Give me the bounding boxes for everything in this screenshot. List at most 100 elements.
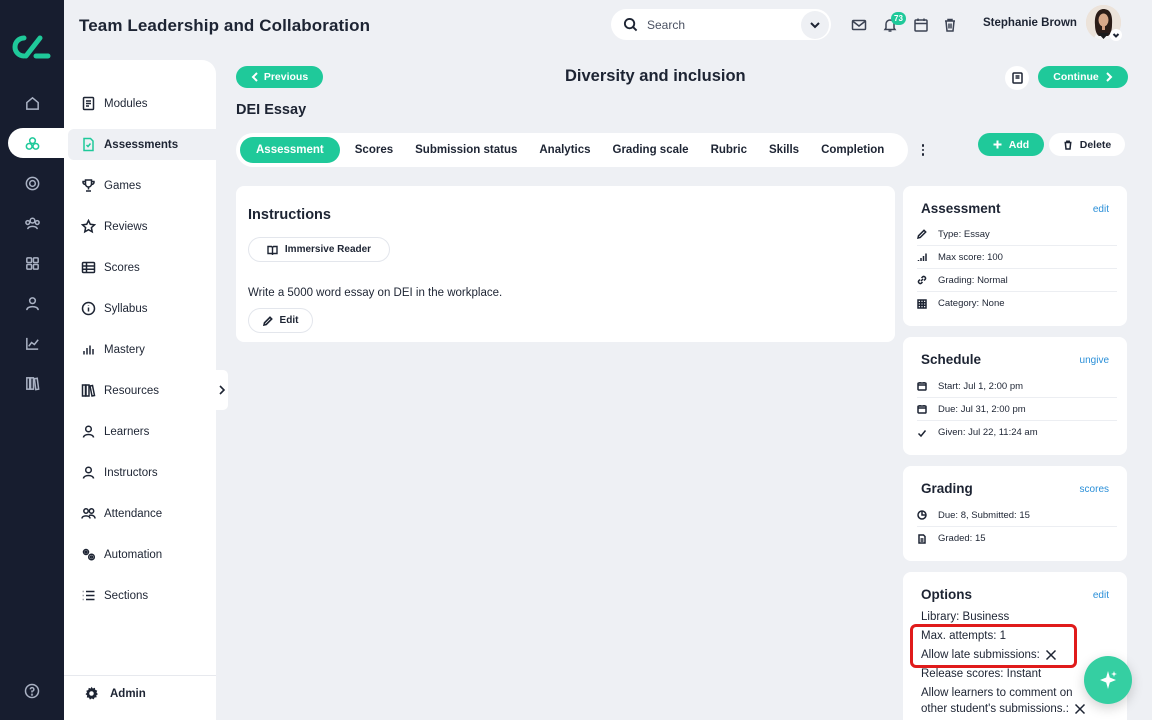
tab-analytics[interactable]: Analytics bbox=[528, 137, 601, 163]
brand-logo[interactable] bbox=[10, 32, 54, 62]
mail-icon[interactable] bbox=[851, 17, 867, 33]
delete-button[interactable]: Delete bbox=[1049, 133, 1125, 156]
link-icon bbox=[917, 275, 927, 285]
top-bar: Team Leadership and Collaboration Search… bbox=[64, 0, 1152, 56]
more-options-icon[interactable] bbox=[917, 142, 929, 158]
rail-library-icon[interactable] bbox=[0, 368, 64, 398]
option-release-scores: Release scores: Instant bbox=[921, 668, 1042, 680]
options-edit-link[interactable]: edit bbox=[1093, 590, 1109, 601]
sidebar-item-mastery[interactable]: Mastery bbox=[68, 334, 216, 365]
continue-button[interactable]: Continue bbox=[1038, 66, 1128, 88]
search-filter-dropdown[interactable] bbox=[801, 10, 829, 39]
sidebar-item-reviews[interactable]: Reviews bbox=[68, 211, 216, 242]
sidebar-item-syllabus[interactable]: Syllabus bbox=[68, 293, 216, 324]
sidebar-collapse-toggle[interactable] bbox=[216, 370, 228, 410]
assessment-edit-link[interactable]: edit bbox=[1093, 204, 1109, 215]
chevron-right-icon bbox=[1106, 72, 1113, 82]
grading-card-heading: Grading bbox=[921, 481, 973, 496]
book-button[interactable] bbox=[1005, 66, 1029, 90]
options-card-heading: Options bbox=[921, 587, 972, 602]
detail-row-grading: Grading: Normal bbox=[917, 269, 1117, 292]
rail-chart-icon[interactable] bbox=[0, 328, 64, 358]
rail-people-icon[interactable] bbox=[0, 208, 64, 238]
notification-badge: 73 bbox=[891, 12, 906, 25]
page-title: Diversity and inclusion bbox=[565, 67, 746, 85]
user-name[interactable]: Stephanie Brown bbox=[983, 17, 1077, 29]
trophy-icon bbox=[82, 179, 95, 192]
rail-grid-icon[interactable] bbox=[0, 248, 64, 278]
table-icon bbox=[81, 261, 96, 274]
pencil-icon bbox=[917, 229, 927, 239]
reader-icon bbox=[267, 245, 278, 255]
trash-icon[interactable] bbox=[942, 17, 958, 33]
assessment-icon bbox=[83, 137, 94, 152]
rail-target-icon[interactable] bbox=[0, 168, 64, 198]
tab-completion[interactable]: Completion bbox=[810, 137, 895, 163]
rail-assessments-icon[interactable] bbox=[8, 128, 72, 158]
tab-skills[interactable]: Skills bbox=[758, 137, 810, 163]
ungive-link[interactable]: ungive bbox=[1080, 355, 1109, 366]
x-icon bbox=[1074, 703, 1085, 715]
schedule-card-heading: Schedule bbox=[921, 352, 982, 367]
grading-row-graded: Graded: 15 bbox=[917, 527, 1117, 550]
rail-home-icon[interactable] bbox=[0, 88, 64, 118]
chevron-right-icon bbox=[219, 385, 226, 395]
icon-rail bbox=[0, 0, 72, 720]
immersive-reader-button[interactable]: Immersive Reader bbox=[248, 237, 390, 262]
add-button[interactable]: Add bbox=[978, 133, 1044, 156]
pie-icon bbox=[917, 510, 927, 520]
rail-user-icon[interactable] bbox=[0, 288, 64, 318]
tab-submission-status[interactable]: Submission status bbox=[404, 137, 528, 163]
instructions-card: Instructions Immersive Reader Write a 50… bbox=[236, 186, 895, 342]
tab-scores[interactable]: Scores bbox=[344, 137, 404, 163]
option-library: Library: Business bbox=[921, 611, 1010, 623]
sidebar-divider bbox=[64, 675, 216, 676]
sidebar-item-sections[interactable]: Sections bbox=[68, 580, 216, 611]
sidebar-item-learners[interactable]: Learners bbox=[68, 416, 216, 447]
person-icon bbox=[82, 425, 95, 438]
calendar-icon[interactable] bbox=[913, 17, 929, 33]
tab-bar: Assessment Scores Submission status Anal… bbox=[236, 133, 908, 167]
books-icon bbox=[81, 384, 96, 397]
modules-icon bbox=[82, 96, 95, 111]
bars-icon bbox=[83, 345, 94, 355]
sidebar-item-resources[interactable]: Resources bbox=[68, 375, 216, 406]
book-icon bbox=[1011, 72, 1023, 84]
star-icon bbox=[81, 219, 96, 234]
course-sidebar: Modules Assessments Games Reviews Scores… bbox=[64, 60, 216, 720]
sidebar-item-attendance[interactable]: Attendance bbox=[68, 498, 216, 529]
ai-assistant-button[interactable] bbox=[1084, 656, 1132, 704]
sidebar-item-instructors[interactable]: Instructors bbox=[68, 457, 216, 488]
tab-rubric[interactable]: Rubric bbox=[700, 137, 758, 163]
detail-row-max-score: Max score: 100 bbox=[917, 246, 1117, 269]
search-box[interactable]: Search bbox=[611, 9, 831, 40]
instructions-heading: Instructions bbox=[248, 207, 331, 223]
grading-card: Grading scores Due: 8, Submitted: 15 Gra… bbox=[903, 466, 1127, 561]
sparkle-icon bbox=[1100, 671, 1117, 689]
sidebar-item-modules[interactable]: Modules bbox=[68, 88, 216, 119]
user-menu-chevron[interactable] bbox=[1110, 29, 1122, 41]
tab-grading-scale[interactable]: Grading scale bbox=[602, 137, 700, 163]
search-input[interactable]: Search bbox=[647, 18, 801, 32]
scores-link[interactable]: scores bbox=[1080, 484, 1109, 495]
sidebar-item-scores[interactable]: Scores bbox=[68, 252, 216, 283]
info-icon bbox=[81, 301, 96, 316]
assessment-card-heading: Assessment bbox=[921, 201, 1001, 216]
previous-button[interactable]: Previous bbox=[236, 66, 323, 88]
schedule-row-due: Due: Jul 31, 2:00 pm bbox=[917, 398, 1117, 421]
pencil-icon bbox=[262, 315, 273, 326]
help-icon[interactable] bbox=[24, 683, 40, 699]
edit-instructions-button[interactable]: Edit bbox=[248, 308, 313, 333]
check-icon bbox=[917, 429, 927, 437]
schedule-row-given: Given: Jul 22, 11:24 am bbox=[917, 421, 1117, 444]
app-title: Team Leadership and Collaboration bbox=[79, 16, 371, 35]
gear-icon bbox=[85, 686, 98, 700]
tab-assessment[interactable]: Assessment bbox=[240, 137, 340, 163]
sidebar-item-automation[interactable]: Automation bbox=[68, 539, 216, 570]
sidebar-item-games[interactable]: Games bbox=[68, 170, 216, 201]
group-icon bbox=[81, 508, 96, 519]
grid-icon bbox=[917, 298, 927, 309]
admin-link[interactable]: Admin bbox=[84, 686, 146, 701]
sidebar-item-assessments[interactable]: Assessments bbox=[68, 129, 216, 160]
instructions-text: Write a 5000 word essay on DEI in the wo… bbox=[248, 287, 503, 299]
